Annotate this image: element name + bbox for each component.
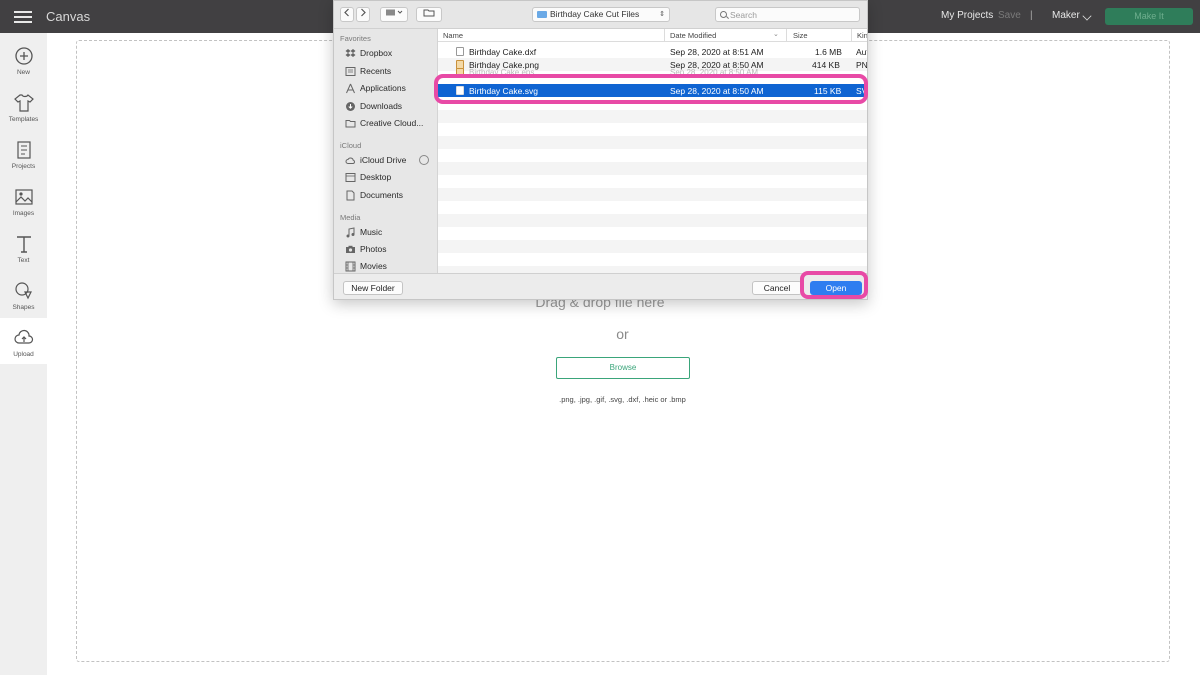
chevron-right-icon bbox=[361, 8, 366, 17]
app-title: Canvas bbox=[46, 9, 91, 24]
empty-row bbox=[438, 136, 867, 149]
sidebar-item-dropbox[interactable]: Dropbox bbox=[345, 46, 437, 61]
folder-name: Birthday Cake Cut Files bbox=[550, 9, 640, 19]
nav-label: New bbox=[16, 69, 30, 76]
favorites-header: Favorites bbox=[340, 34, 371, 43]
tshirt-icon bbox=[13, 94, 34, 112]
column-kind[interactable]: Kin bbox=[857, 31, 867, 40]
or-text: or bbox=[616, 326, 629, 342]
column-size[interactable]: Size bbox=[793, 31, 808, 40]
save-button[interactable]: Save bbox=[998, 10, 1021, 21]
empty-row bbox=[438, 240, 867, 253]
browse-button[interactable]: Browse bbox=[556, 357, 690, 379]
desktop-icon bbox=[345, 173, 356, 182]
camera-icon bbox=[346, 245, 355, 253]
list-view-icon bbox=[386, 9, 403, 16]
nav-images[interactable]: Images bbox=[0, 177, 47, 223]
film-icon bbox=[345, 261, 356, 272]
cloud-icon bbox=[345, 157, 355, 164]
nav-label: Upload bbox=[13, 351, 34, 358]
music-icon bbox=[346, 227, 355, 238]
progress-icon bbox=[419, 155, 429, 165]
file-list: Name Date Modified ⌄ Size Kin Birthday C… bbox=[438, 29, 867, 273]
nav-text[interactable]: Text bbox=[0, 224, 47, 270]
supported-formats: .png, .jpg, .gif, .svg, .dxf, .heic or .… bbox=[559, 395, 686, 404]
left-nav: New Templates Projects Images Text Shape… bbox=[0, 33, 47, 675]
machine-selector[interactable]: Maker bbox=[1052, 10, 1080, 21]
folder-icon bbox=[423, 9, 435, 17]
dxf-file-icon bbox=[456, 47, 464, 56]
projects-icon bbox=[16, 141, 31, 159]
nav-label: Projects bbox=[11, 163, 36, 170]
new-folder-button[interactable]: New Folder bbox=[343, 281, 403, 295]
sidebar-item-downloads[interactable]: Downloads bbox=[345, 99, 437, 114]
folder-path-popup[interactable]: Birthday Cake Cut Files ⇕ bbox=[532, 7, 670, 22]
sidebar-item-applications[interactable]: Applications bbox=[345, 81, 437, 96]
chevron-left-icon bbox=[344, 8, 349, 17]
nav-projects[interactable]: Projects bbox=[0, 130, 47, 176]
nav-label: Text bbox=[17, 257, 30, 264]
applications-icon bbox=[346, 83, 355, 94]
plus-circle-icon bbox=[14, 47, 33, 65]
sidebar-item-creative-cloud[interactable]: Creative Cloud... bbox=[345, 116, 437, 131]
column-name[interactable]: Name bbox=[443, 31, 463, 40]
media-header: Media bbox=[340, 213, 361, 222]
highlight-open-button bbox=[800, 271, 868, 299]
highlight-selected-file bbox=[434, 74, 868, 104]
sidebar-item-desktop[interactable]: Desktop bbox=[345, 170, 437, 185]
empty-row bbox=[438, 162, 867, 175]
menu-icon[interactable] bbox=[14, 11, 32, 23]
icloud-header: iCloud bbox=[340, 141, 362, 150]
dialog-sidebar: Favorites Dropbox Recents Applications D… bbox=[334, 29, 438, 273]
updown-chevron-icon: ⇕ bbox=[659, 11, 665, 18]
back-button[interactable] bbox=[340, 7, 354, 22]
dialog-footer: New Folder Cancel Open bbox=[334, 273, 867, 299]
sidebar-item-movies[interactable]: Movies bbox=[345, 259, 437, 274]
file-list-header: Name Date Modified ⌄ Size Kin bbox=[438, 29, 867, 42]
downloads-icon bbox=[346, 102, 355, 111]
file-open-dialog: Birthday Cake Cut Files ⇕ Favorites Drop… bbox=[333, 0, 868, 300]
file-row[interactable]: Birthday Cake.dxf Sep 28, 2020 at 8:51 A… bbox=[438, 45, 867, 58]
chevron-down-icon[interactable] bbox=[1082, 11, 1092, 21]
sort-chevron-icon: ⌄ bbox=[773, 31, 779, 38]
sidebar-item-music[interactable]: Music bbox=[345, 225, 437, 240]
sidebar-item-documents[interactable]: Documents bbox=[345, 188, 437, 203]
search-icon bbox=[720, 11, 727, 18]
new-folder-toolbar-button[interactable] bbox=[416, 7, 442, 22]
sidebar-item-recents[interactable]: Recents bbox=[345, 64, 437, 79]
nav-templates[interactable]: Templates bbox=[0, 83, 47, 129]
separator: | bbox=[1030, 10, 1033, 21]
view-options-button[interactable] bbox=[380, 7, 408, 22]
empty-row bbox=[438, 188, 867, 201]
recents-icon bbox=[345, 67, 356, 76]
column-date-modified[interactable]: Date Modified bbox=[670, 31, 716, 40]
folder-icon bbox=[537, 11, 547, 18]
empty-row bbox=[438, 110, 867, 123]
my-projects-link[interactable]: My Projects bbox=[941, 10, 993, 21]
nav-label: Templates bbox=[8, 116, 39, 123]
dropbox-icon bbox=[345, 49, 356, 57]
empty-row bbox=[438, 214, 867, 227]
text-icon bbox=[16, 236, 31, 253]
image-icon bbox=[14, 189, 33, 205]
forward-button[interactable] bbox=[356, 7, 370, 22]
documents-icon bbox=[346, 190, 355, 201]
dialog-toolbar: Birthday Cake Cut Files ⇕ bbox=[334, 1, 867, 29]
sidebar-item-photos[interactable]: Photos bbox=[345, 242, 437, 257]
search-input[interactable] bbox=[730, 9, 855, 20]
folder-icon bbox=[345, 120, 356, 128]
nav-label: Images bbox=[12, 210, 35, 217]
nav-new[interactable]: New bbox=[0, 36, 47, 82]
make-it-button[interactable]: Make It bbox=[1105, 8, 1193, 25]
search-box[interactable] bbox=[715, 7, 860, 22]
cancel-button[interactable]: Cancel bbox=[752, 281, 802, 295]
